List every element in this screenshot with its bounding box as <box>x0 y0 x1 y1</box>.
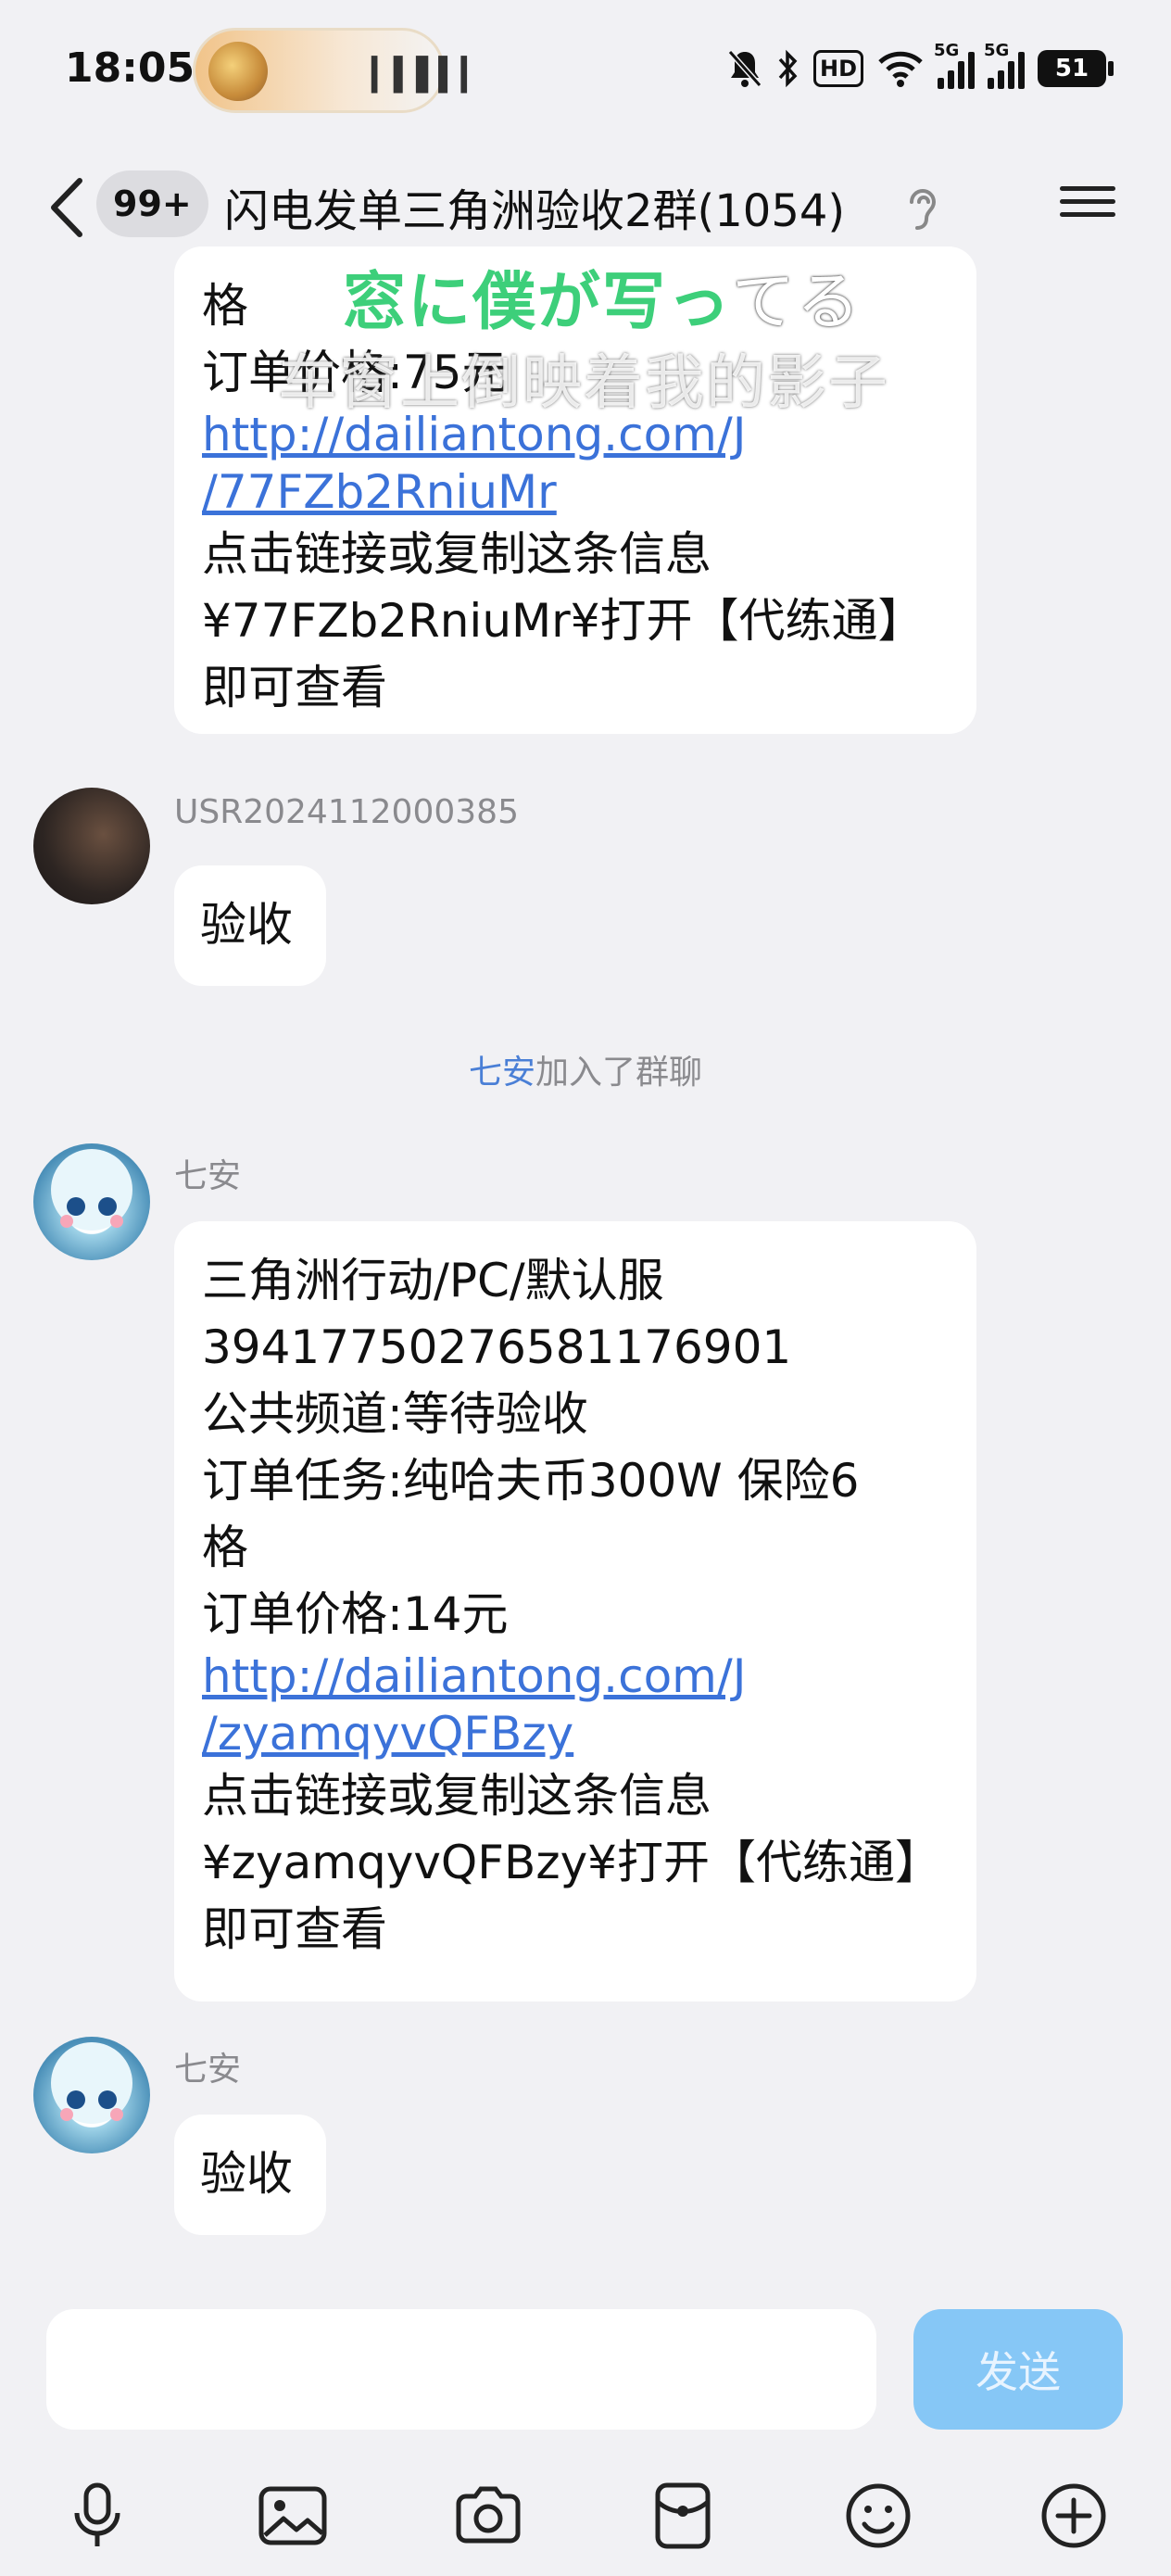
message-input[interactable] <box>46 2309 876 2430</box>
avatar[interactable] <box>33 2037 150 2153</box>
message-line: 点击链接或复制这条信息 <box>202 527 711 581</box>
emoji-icon <box>846 2483 911 2548</box>
input-bar: 发送 <box>0 2289 1171 2456</box>
signal-label-1: 5G <box>934 41 960 60</box>
unread-count-badge[interactable]: 99+ <box>96 170 208 237</box>
mute-bell-icon <box>726 43 763 95</box>
system-notice: 七安加入了群聊 <box>0 1045 1171 1093</box>
message-line: ¥zyamqyvQFBzy¥打开【代练通】 <box>202 1836 941 1889</box>
menu-line-icon <box>1060 186 1115 191</box>
audio-wave-icon: ▎▍▌▍▎ <box>371 57 485 94</box>
avatar-anime-icon <box>51 1149 132 1231</box>
send-button[interactable]: 发送 <box>913 2309 1123 2430</box>
now-playing-avatar <box>208 42 268 101</box>
camera-icon <box>456 2486 521 2544</box>
menu-line-icon <box>1060 199 1115 204</box>
message-bubble[interactable]: 三角洲行动/PC/默认服 394177502765811769​01 公共频道:… <box>174 1221 976 2001</box>
message-bubble[interactable]: 验收 <box>174 865 326 986</box>
lyric-rest: てる <box>732 266 863 339</box>
avatar-anime-icon <box>51 2042 132 2124</box>
message-line: 订单任务:纯哈夫币300W 保险6 <box>202 1454 860 1508</box>
red-packet-button[interactable] <box>641 2474 724 2557</box>
message-line: 格 <box>202 1521 248 1574</box>
bluetooth-icon <box>776 43 800 95</box>
bottom-toolbar <box>0 2456 1171 2576</box>
status-icons: HD 5G 5G 51 <box>726 41 1114 96</box>
message-line: 即可查看 <box>202 661 387 714</box>
chat-area[interactable]: 格 订单价格:75元 http://dailiantong.com/J /77F… <box>0 246 1171 2289</box>
microphone-icon <box>74 2482 120 2546</box>
floating-lyric-line1: 窓に僕が写ってる <box>343 250 862 342</box>
emoji-button[interactable] <box>837 2474 920 2557</box>
message-line: 394177502765811769​01 <box>202 1320 792 1374</box>
message-line: 即可查看 <box>202 1902 387 1956</box>
chevron-left-icon <box>51 178 82 237</box>
hd-voice-badge: HD <box>812 50 863 87</box>
plus-icon <box>1041 2483 1106 2548</box>
menu-line-icon <box>1060 212 1115 217</box>
image-icon <box>258 2486 327 2545</box>
avatar[interactable] <box>33 788 150 904</box>
floating-lyric-line2: 车窗上倒映着我的影子 <box>278 349 889 418</box>
ear-mode-icon <box>902 182 939 237</box>
microphone-button[interactable] <box>56 2474 139 2557</box>
message-line: 公共频道:等待验收 <box>202 1387 588 1441</box>
message-bubble[interactable]: 验收 <box>174 2115 326 2235</box>
image-button[interactable] <box>251 2474 334 2557</box>
order-link[interactable]: http://dailiantong.com/J <box>202 1648 949 1705</box>
signal-strength-icon-2: 5G <box>984 41 1025 89</box>
order-link[interactable]: /zyamqyvQFBzy <box>202 1705 949 1762</box>
system-notice-text: 加入了群聊 <box>535 1054 703 1092</box>
sender-name: 七安 <box>174 1157 242 1195</box>
red-packet-icon <box>655 2482 711 2549</box>
camera-button[interactable] <box>447 2474 530 2557</box>
message-line: 订单价格:14元 <box>202 1587 509 1641</box>
message-text: 验收 <box>200 898 293 952</box>
status-time: 18:05 <box>65 44 195 92</box>
more-button[interactable] <box>1032 2474 1115 2557</box>
avatar[interactable] <box>33 1143 150 1260</box>
message-line: ¥77FZb2RniuMr¥打开【代练通】 <box>202 594 925 648</box>
back-button[interactable] <box>37 170 96 245</box>
message-line: 三角洲行动/PC/默认服 <box>202 1254 664 1307</box>
lyric-highlight: 窓に僕が写っ <box>343 266 733 339</box>
signal-strength-icon: 5G <box>934 41 975 89</box>
message-line: 点击链接或复制这条信息 <box>202 1769 711 1823</box>
now-playing-pill[interactable]: ▎▍▌▍▎ <box>193 28 485 113</box>
system-notice-user[interactable]: 七安 <box>469 1054 535 1092</box>
group-title[interactable]: 闪电发单三角洲验收2群(1054) <box>224 174 845 239</box>
wifi-icon <box>876 43 925 95</box>
order-link[interactable]: /77FZb2RniuMr <box>202 463 949 521</box>
sender-name: 七安 <box>174 2051 242 2089</box>
message-text: 验收 <box>200 2147 293 2201</box>
battery-icon: 51 <box>1038 50 1114 87</box>
menu-button[interactable] <box>1060 178 1115 234</box>
status-bar: 18:05 ▎▍▌▍▎ HD 5G 5G 51 <box>0 0 1171 139</box>
sender-name: USR2024112000385 <box>174 793 519 831</box>
signal-label-2: 5G <box>984 41 1010 60</box>
